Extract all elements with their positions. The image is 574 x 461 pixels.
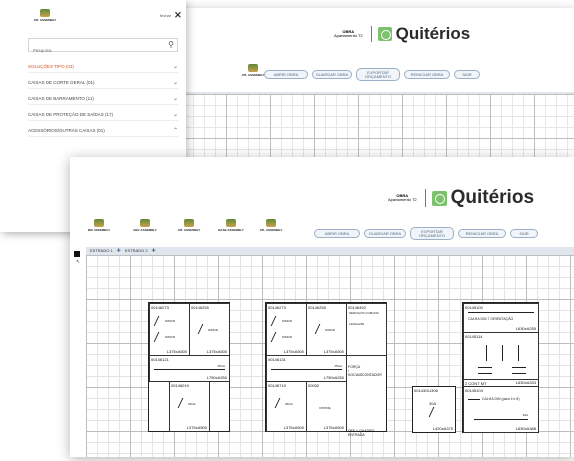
- exit-button[interactable]: SAIR: [454, 70, 480, 79]
- category-solucoes-tipo[interactable]: SOLUÇÕES TIPO (03) ⌄: [28, 60, 178, 73]
- switch-icon: [153, 332, 165, 342]
- search-box[interactable]: ⚲: [28, 38, 178, 57]
- tab-estrado-1[interactable]: ESTRADO 1: [90, 249, 113, 253]
- obra-subtitle: Apartamento T2: [388, 197, 417, 202]
- exit-button[interactable]: SAIR: [510, 229, 538, 238]
- busbar-cell[interactable]: 00146131 25GA L750xA250: [266, 355, 347, 382]
- assembly-image: [40, 9, 50, 17]
- assembly-image: [248, 64, 258, 72]
- open-project-button[interactable]: ABRIR OBRA: [314, 229, 360, 238]
- din-rail-cell[interactable]: 00145100 CALHA DIN 7 ORIENTAÇÃO L630xA25…: [463, 303, 539, 333]
- breaker-cell[interactable]: 00146273 NIMOD NIMOD L375xA500: [266, 303, 307, 356]
- save-project-button[interactable]: GUARDAR OBRA: [312, 70, 352, 79]
- foreground-app-window: OBRA Apartamento T2 Quitérios RIC ASSEMB…: [70, 157, 574, 457]
- cursor-icon[interactable]: ↖: [76, 259, 80, 265]
- busbar-line: [478, 373, 492, 374]
- search-icon[interactable]: ⚲: [168, 40, 174, 49]
- busbar-line: [512, 373, 526, 374]
- common-services-cell[interactable]: 00146452 SERVIÇOS COMUNS L400xA250: [346, 303, 387, 356]
- logo-leaf-icon: [377, 27, 392, 41]
- busbar-line: [271, 369, 342, 370]
- assembly-thumbnail-gec[interactable]: GEC ASSEMBLY: [130, 219, 160, 232]
- switch-icon: [270, 332, 282, 342]
- open-project-button[interactable]: ABRIR OBRA: [264, 70, 308, 79]
- assembly-thumbnail-base[interactable]: BASE ASSEMBLY: [216, 219, 246, 232]
- breaker-cell[interactable]: 00146255 NIMOD L375xA500: [189, 303, 230, 356]
- assembly-thumbnail-ric[interactable]: RIC ASSEMBLY: [84, 219, 114, 232]
- assembly-image: [94, 219, 104, 227]
- switch-icon: [270, 316, 282, 326]
- module-1[interactable]: 00146273 NIMOD NIMOD L375xA500 00146255 …: [148, 302, 230, 432]
- switch-icon: [274, 398, 286, 408]
- breaker-cell[interactable]: 00146019 25GA L375xA500: [169, 381, 210, 432]
- quiterios-logo: Quitérios: [377, 24, 470, 44]
- breaker-cell[interactable]: 00146273 NIMOD NIMOD L375xA500: [149, 303, 190, 356]
- busbar-line: [486, 345, 487, 361]
- din-rail-cell[interactable]: 00145104 CALHA DIN (para 4 e 8) 30A L630…: [463, 386, 539, 433]
- reset-project-button[interactable]: REINICIAR OBRA: [404, 70, 450, 79]
- breaker-cell[interactable]: 00146719 25GA L375xA500: [266, 381, 307, 432]
- switch-icon: [153, 316, 165, 326]
- chevron-down-icon: ⌄: [172, 79, 178, 86]
- breaker-cell[interactable]: 00146255 NIMOD L375xA500: [306, 303, 347, 356]
- busbar-line: [512, 367, 526, 368]
- category-caixas-corte-geral[interactable]: CAIXAS DE CORTE GERAL (01) ⌄: [28, 76, 178, 89]
- obra-subtitle: Apartamento T2: [334, 33, 363, 38]
- busbar-cell[interactable]: 00146121 25GA L750xA250: [149, 355, 230, 382]
- logo-leaf-icon: [431, 190, 447, 206]
- category-acessorios[interactable]: ACESSÓRIOS/OUTRAS CAIXAS (01) ⌃: [28, 124, 178, 137]
- assembly-thumbnail-atl[interactable]: ATL ASSEMBLY: [174, 219, 204, 232]
- module-2[interactable]: 00146273 NIMOD NIMOD L375xA500 00146255 …: [265, 302, 387, 437]
- save-project-button[interactable]: GUARDAR OBRA: [364, 229, 406, 238]
- close-panel-button[interactable]: fechar ✕: [160, 10, 182, 21]
- busbar-line: [154, 369, 225, 370]
- assembly-image: [140, 219, 150, 227]
- module-3[interactable]: 00143GU306 30A L420xA375: [412, 386, 456, 433]
- category-caixas-protecao-saidas[interactable]: CAIXAS DE PROTEÇÃO DE SAÍDAS (17) ⌄: [28, 108, 178, 121]
- add-icon[interactable]: ✚: [117, 248, 121, 254]
- category-caixas-barramento[interactable]: CAIXAS DE BARRAMENTO (11) ⌄: [28, 92, 178, 105]
- switch-icon: [197, 324, 209, 334]
- tab-estrado-2[interactable]: ESTRADO 2: [125, 249, 148, 253]
- rail-line: [468, 312, 534, 313]
- chevron-down-icon: ⌄: [172, 111, 178, 118]
- chevron-down-icon: ⌄: [172, 63, 178, 70]
- brand-header: OBRA Apartamento T2 Quitérios: [388, 187, 534, 209]
- switch-icon: [177, 398, 189, 408]
- switch-icon: [314, 324, 326, 334]
- divider: [370, 26, 372, 42]
- brand-header: OBRA Apartamento T2 Quitérios: [334, 24, 470, 44]
- busbar-line: [518, 345, 519, 361]
- tool-column: ↖: [70, 247, 86, 457]
- search-input[interactable]: [29, 44, 159, 57]
- estrado-tabbar: ESTRADO 1 ✚ ESTRADO 2 ✚: [86, 247, 574, 255]
- rail-line: [468, 399, 480, 400]
- assembly-image: [266, 219, 276, 227]
- busbar-line: [502, 345, 503, 361]
- switch-icon: [428, 407, 440, 417]
- module-4[interactable]: 00145100 CALHA DIN 7 ORIENTAÇÃO L630xA25…: [462, 302, 539, 433]
- panel-assembly-thumbnail: ATL ASSEMBLY: [30, 9, 60, 22]
- busbar-cell[interactable]: 00145114: [463, 332, 539, 380]
- assembly-image: [184, 219, 194, 227]
- quiterios-logo: Quitérios: [431, 187, 534, 209]
- assembly-thumbnail-atl-2[interactable]: ATL ASSEMBLY: [256, 219, 286, 232]
- assembly-image: [226, 219, 236, 227]
- add-icon[interactable]: ✚: [152, 248, 156, 254]
- export-budget-button[interactable]: EXPORTAR ORÇAMENTO: [356, 68, 400, 81]
- reset-project-button[interactable]: REINICIAR OBRA: [458, 229, 506, 238]
- busbar-line: [474, 419, 528, 420]
- close-icon[interactable]: ✕: [174, 10, 182, 21]
- select-tool-icon[interactable]: [74, 251, 80, 257]
- chevron-up-icon: ⌃: [172, 127, 178, 134]
- busbar-line: [478, 367, 492, 368]
- meter-cell[interactable]: 00032 IVISTRE L375xA500: [306, 381, 347, 432]
- export-budget-button[interactable]: EXPORTAR ORÇAMENTO: [410, 227, 454, 240]
- chevron-down-icon: ⌄: [172, 95, 178, 102]
- divider: [424, 189, 426, 207]
